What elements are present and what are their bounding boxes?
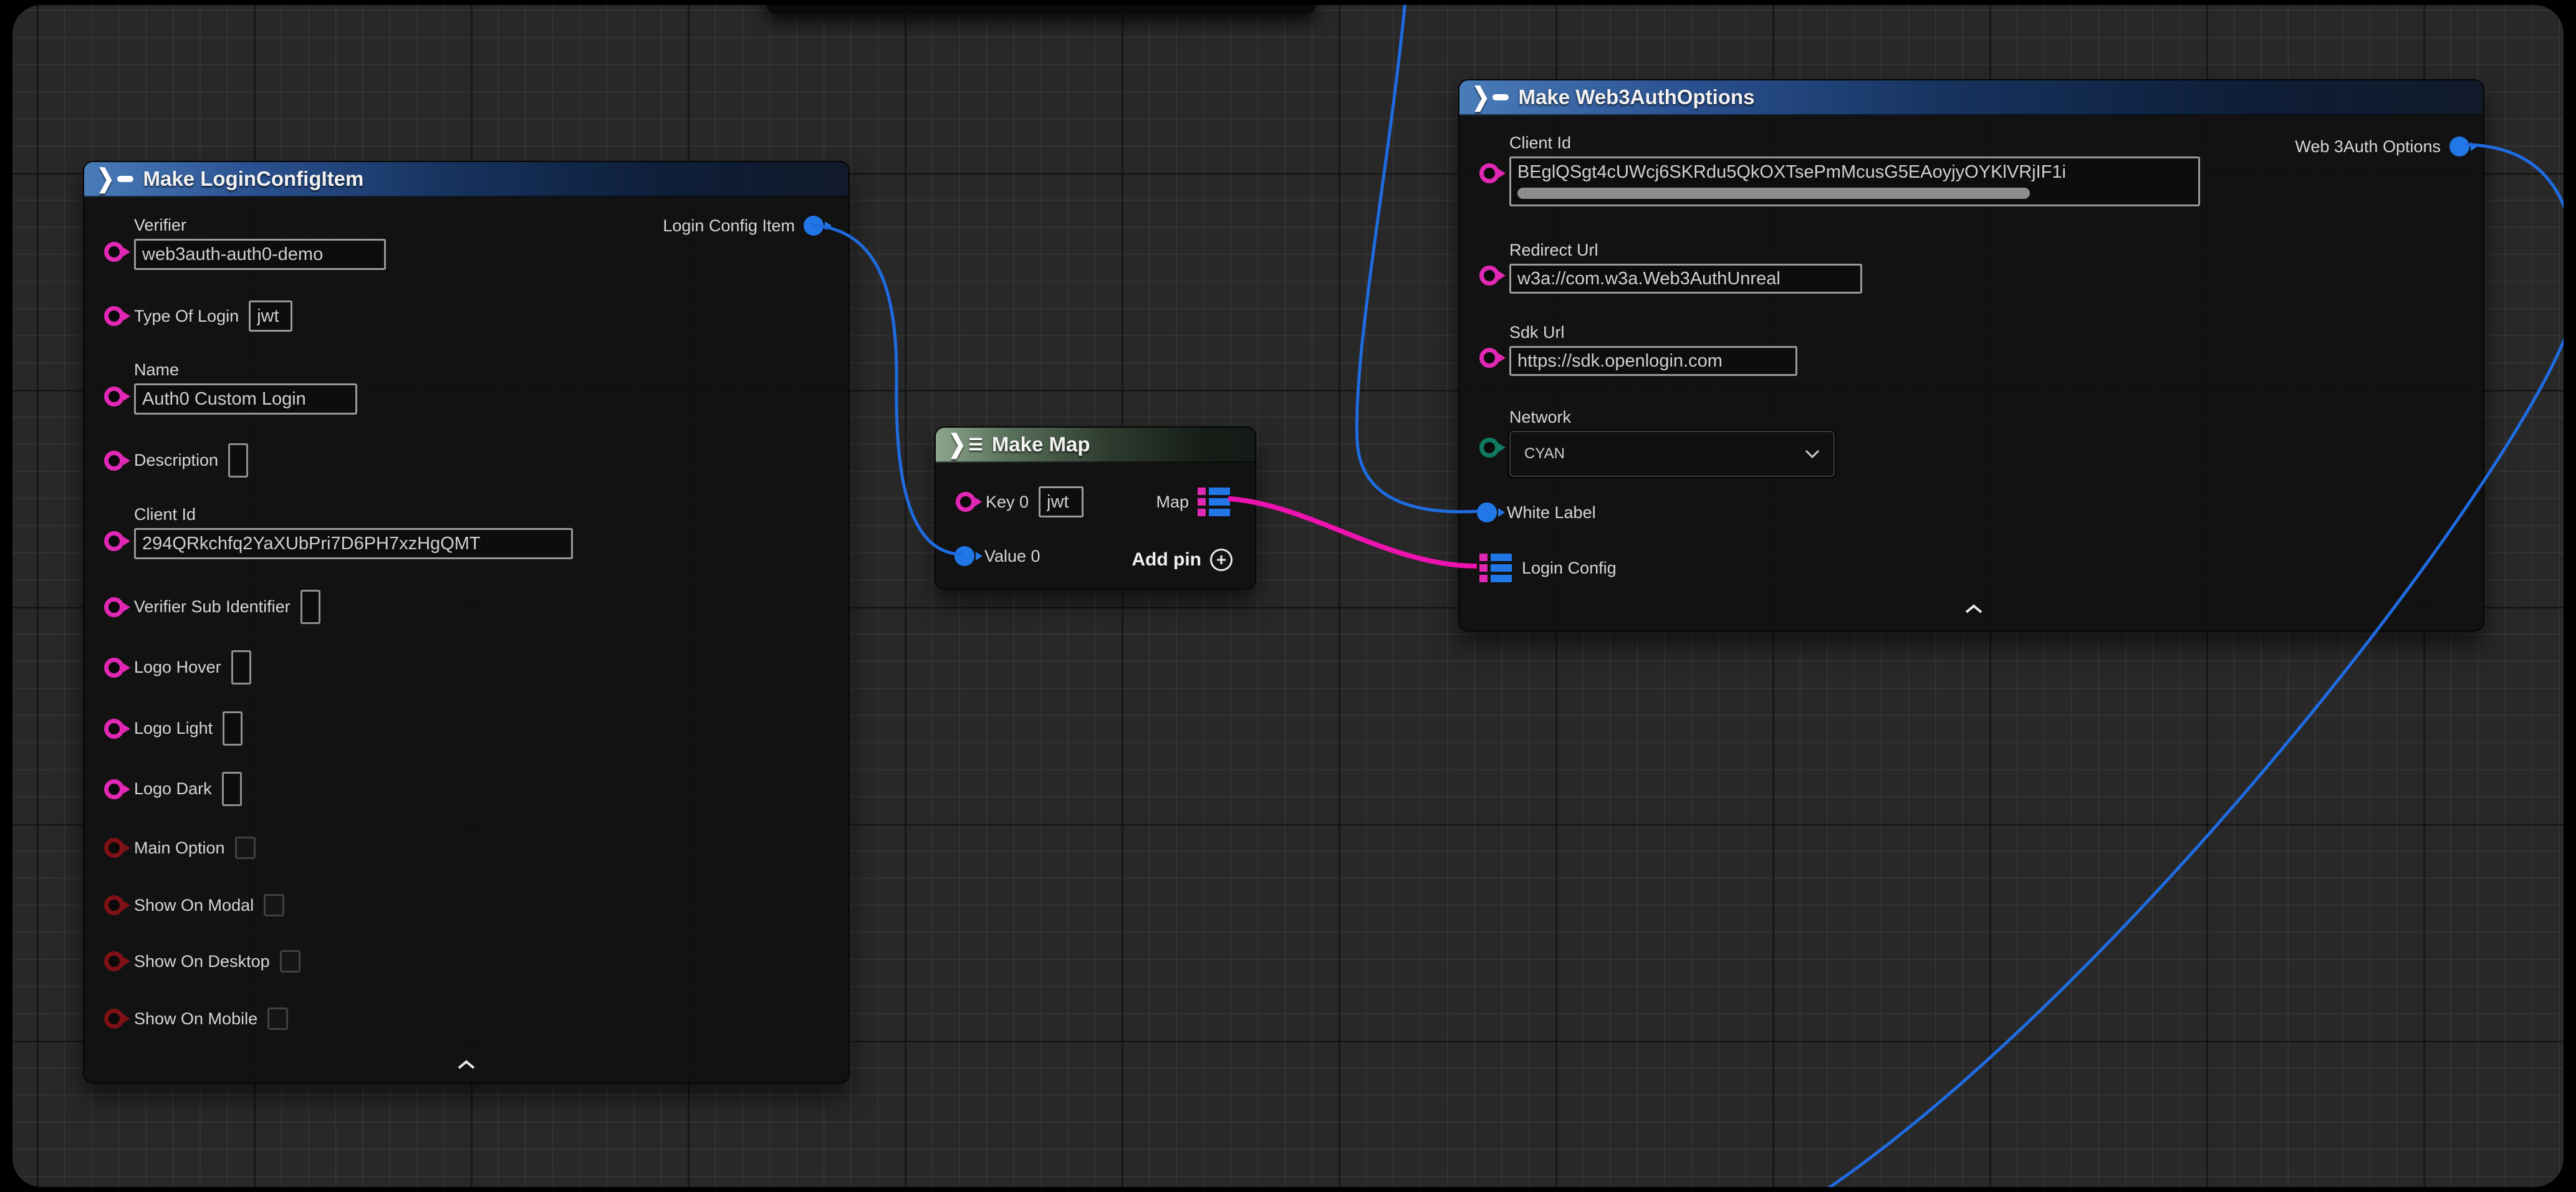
client-id-horizontal-scrollbar[interactable] <box>1517 188 2030 199</box>
collapse-chevron-icon[interactable] <box>1964 604 1983 614</box>
network-dropdown-value: CYAN <box>1524 445 1565 463</box>
dropdown-chevron-icon <box>1805 449 1820 458</box>
logo-dark-label: Logo Dark <box>134 779 212 799</box>
logo-light-input[interactable] <box>223 711 243 746</box>
logo-dark-pin[interactable] <box>104 779 124 799</box>
main-option-checkbox[interactable] <box>235 837 256 859</box>
show-on-mobile-checkbox[interactable] <box>267 1007 288 1030</box>
node-make-web3auth-options: ❯ Make Web3AuthOptions Web 3Auth Options… <box>1458 79 2484 632</box>
web3auth-options-output-label: Web 3Auth Options <box>2295 137 2441 156</box>
client-id-pin[interactable] <box>104 531 124 551</box>
main-option-label: Main Option <box>134 839 225 858</box>
node-title: Make LoginConfigItem <box>143 167 364 191</box>
blueprint-editor-screen: ❯ Make LoginConfigItem Login Config Item… <box>0 0 2576 1192</box>
main-option-pin[interactable] <box>104 838 124 858</box>
make-struct-icon: ❯ <box>1472 85 1509 110</box>
type-of-login-input[interactable] <box>249 300 292 332</box>
verifier-label: Verifier <box>134 216 386 235</box>
verifier-sub-identifier-label: Verifier Sub Identifier <box>134 597 291 617</box>
login-config-label: Login Config <box>1522 559 1617 578</box>
node-make-login-config-item: ❯ Make LoginConfigItem Login Config Item… <box>83 161 850 1084</box>
show-on-desktop-label: Show On Desktop <box>134 952 270 971</box>
map-output-label: Map <box>1156 493 1189 512</box>
redirect-url-label: Redirect Url <box>1509 241 1862 260</box>
show-on-desktop-pin[interactable] <box>104 951 124 971</box>
show-on-modal-pin[interactable] <box>104 895 124 915</box>
client-id-input[interactable] <box>134 528 573 559</box>
login-config-pin[interactable] <box>1479 554 1512 582</box>
description-input[interactable] <box>228 443 248 478</box>
show-on-mobile-pin[interactable] <box>104 1009 124 1029</box>
wire-map-to-login-config[interactable] <box>1228 499 1477 566</box>
network-pin[interactable] <box>1479 438 1499 458</box>
key0-input[interactable] <box>1039 486 1084 517</box>
node-header-make-login-config-item[interactable]: ❯ Make LoginConfigItem <box>84 162 848 197</box>
show-on-desktop-checkbox[interactable] <box>280 950 300 973</box>
login-config-item-output-pin[interactable] <box>804 216 824 236</box>
sdk-url-pin[interactable] <box>1479 348 1499 368</box>
name-label: Name <box>134 360 357 380</box>
sdk-url-label: Sdk Url <box>1509 323 1797 342</box>
name-input[interactable] <box>134 383 357 415</box>
verifier-input[interactable] <box>134 239 386 270</box>
web3auth-options-output-pin[interactable] <box>2449 137 2469 156</box>
add-pin-icon[interactable]: + <box>1210 549 1233 571</box>
verifier-pin[interactable] <box>104 242 124 262</box>
value0-label: Value 0 <box>984 547 1040 566</box>
logo-dark-input[interactable] <box>222 772 242 806</box>
collapse-chevron-icon[interactable] <box>457 1060 476 1070</box>
verifier-sub-identifier-pin[interactable] <box>104 597 124 617</box>
web3-client-id-input[interactable]: BEglQSgt4cUWcj6SKRdu5QkOXTsePmMcusG5EAoy… <box>1509 156 2200 206</box>
web3-client-id-label: Client Id <box>1509 133 2200 153</box>
node-header-make-web3auth-options[interactable]: ❯ Make Web3AuthOptions <box>1459 80 2483 115</box>
add-pin-label: Add pin <box>1132 549 1201 570</box>
type-of-login-label: Type Of Login <box>134 307 239 326</box>
redirect-url-input[interactable] <box>1509 264 1862 294</box>
white-label-pin[interactable] <box>1477 502 1497 522</box>
logo-hover-label: Logo Hover <box>134 658 221 677</box>
node-header-make-map[interactable]: ❯☰ Make Map <box>936 428 1255 463</box>
key0-pin[interactable] <box>956 492 976 512</box>
show-on-mobile-label: Show On Mobile <box>134 1009 257 1029</box>
login-config-item-output-label: Login Config Item <box>663 216 795 236</box>
network-label: Network <box>1509 408 1835 427</box>
value0-pin[interactable] <box>954 546 974 566</box>
logo-hover-input[interactable] <box>231 650 251 685</box>
network-dropdown[interactable]: CYAN <box>1509 431 1835 477</box>
type-of-login-pin[interactable] <box>104 306 124 326</box>
node-title: Make Web3AuthOptions <box>1519 85 1755 109</box>
blueprint-graph-canvas[interactable]: ❯ Make LoginConfigItem Login Config Item… <box>12 5 2564 1187</box>
map-output-pin[interactable] <box>1198 488 1230 516</box>
show-on-modal-label: Show On Modal <box>134 896 254 915</box>
show-on-modal-checkbox[interactable] <box>264 894 284 916</box>
redirect-url-pin[interactable] <box>1479 266 1499 286</box>
make-map-icon: ❯☰ <box>948 432 982 457</box>
make-struct-icon: ❯ <box>97 166 133 191</box>
name-pin[interactable] <box>104 387 124 406</box>
verifier-sub-identifier-input[interactable] <box>300 590 320 624</box>
logo-light-label: Logo Light <box>134 719 213 738</box>
logo-hover-pin[interactable] <box>104 658 124 678</box>
client-id-label: Client Id <box>134 505 573 524</box>
node-make-map: ❯☰ Make Map Key 0 Map Value 0 Add pin + <box>935 426 1256 590</box>
description-pin[interactable] <box>104 451 124 471</box>
logo-light-pin[interactable] <box>104 719 124 739</box>
web3-client-id-pin[interactable] <box>1479 163 1499 183</box>
description-label: Description <box>134 451 218 470</box>
sdk-url-input[interactable] <box>1509 346 1797 376</box>
node-title: Make Map <box>992 433 1090 456</box>
white-label-label: White Label <box>1507 503 1596 522</box>
key0-label: Key 0 <box>986 493 1029 512</box>
offscreen-node-bottom-edge <box>767 5 1315 14</box>
